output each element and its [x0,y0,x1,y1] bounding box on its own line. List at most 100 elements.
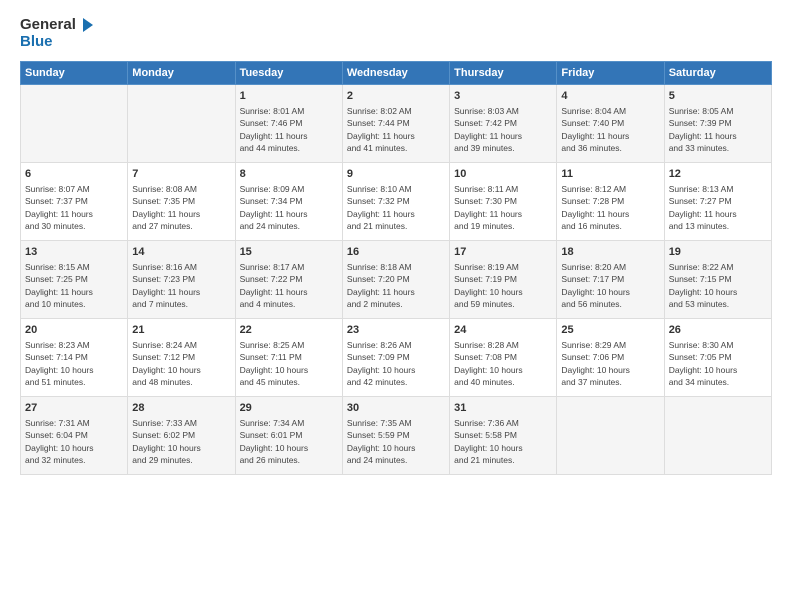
day-number: 3 [454,89,552,104]
calendar-cell: 4Sunrise: 8:04 AM Sunset: 7:40 PM Daylig… [557,84,664,162]
day-info: Sunrise: 8:07 AM Sunset: 7:37 PM Dayligh… [25,183,123,232]
calendar-cell: 31Sunrise: 7:36 AM Sunset: 5:58 PM Dayli… [450,396,557,474]
day-number: 13 [25,245,123,260]
day-info: Sunrise: 8:10 AM Sunset: 7:32 PM Dayligh… [347,183,445,232]
calendar-cell: 11Sunrise: 8:12 AM Sunset: 7:28 PM Dayli… [557,162,664,240]
calendar-cell: 28Sunrise: 7:33 AM Sunset: 6:02 PM Dayli… [128,396,235,474]
day-number: 23 [347,323,445,338]
calendar-cell: 23Sunrise: 8:26 AM Sunset: 7:09 PM Dayli… [342,318,449,396]
calendar-cell: 9Sunrise: 8:10 AM Sunset: 7:32 PM Daylig… [342,162,449,240]
calendar-cell: 26Sunrise: 8:30 AM Sunset: 7:05 PM Dayli… [664,318,771,396]
day-info: Sunrise: 8:16 AM Sunset: 7:23 PM Dayligh… [132,261,230,310]
day-number: 11 [561,167,659,182]
day-info: Sunrise: 8:23 AM Sunset: 7:14 PM Dayligh… [25,339,123,388]
day-info: Sunrise: 8:01 AM Sunset: 7:46 PM Dayligh… [240,105,338,154]
day-info: Sunrise: 7:31 AM Sunset: 6:04 PM Dayligh… [25,417,123,466]
day-header-friday: Friday [557,61,664,84]
calendar-cell: 13Sunrise: 8:15 AM Sunset: 7:25 PM Dayli… [21,240,128,318]
day-header-thursday: Thursday [450,61,557,84]
calendar-cell: 22Sunrise: 8:25 AM Sunset: 7:11 PM Dayli… [235,318,342,396]
calendar-cell: 29Sunrise: 7:34 AM Sunset: 6:01 PM Dayli… [235,396,342,474]
calendar-cell: 12Sunrise: 8:13 AM Sunset: 7:27 PM Dayli… [664,162,771,240]
day-info: Sunrise: 8:20 AM Sunset: 7:17 PM Dayligh… [561,261,659,310]
calendar-cell: 20Sunrise: 8:23 AM Sunset: 7:14 PM Dayli… [21,318,128,396]
day-number: 7 [132,167,230,182]
calendar-cell [557,396,664,474]
calendar-cell: 5Sunrise: 8:05 AM Sunset: 7:39 PM Daylig… [664,84,771,162]
day-info: Sunrise: 8:15 AM Sunset: 7:25 PM Dayligh… [25,261,123,310]
day-info: Sunrise: 8:08 AM Sunset: 7:35 PM Dayligh… [132,183,230,232]
day-info: Sunrise: 8:17 AM Sunset: 7:22 PM Dayligh… [240,261,338,310]
day-number: 16 [347,245,445,260]
day-number: 14 [132,245,230,260]
calendar-week-row: 13Sunrise: 8:15 AM Sunset: 7:25 PM Dayli… [21,240,772,318]
day-info: Sunrise: 8:02 AM Sunset: 7:44 PM Dayligh… [347,105,445,154]
calendar-week-row: 27Sunrise: 7:31 AM Sunset: 6:04 PM Dayli… [21,396,772,474]
calendar-cell: 15Sunrise: 8:17 AM Sunset: 7:22 PM Dayli… [235,240,342,318]
day-info: Sunrise: 8:25 AM Sunset: 7:11 PM Dayligh… [240,339,338,388]
day-number: 31 [454,401,552,416]
day-info: Sunrise: 8:11 AM Sunset: 7:30 PM Dayligh… [454,183,552,232]
calendar-cell: 25Sunrise: 8:29 AM Sunset: 7:06 PM Dayli… [557,318,664,396]
day-number: 17 [454,245,552,260]
calendar-cell: 21Sunrise: 8:24 AM Sunset: 7:12 PM Dayli… [128,318,235,396]
day-info: Sunrise: 8:04 AM Sunset: 7:40 PM Dayligh… [561,105,659,154]
day-info: Sunrise: 8:30 AM Sunset: 7:05 PM Dayligh… [669,339,767,388]
day-info: Sunrise: 8:24 AM Sunset: 7:12 PM Dayligh… [132,339,230,388]
logo: General Blue [20,16,97,51]
day-info: Sunrise: 8:29 AM Sunset: 7:06 PM Dayligh… [561,339,659,388]
day-info: Sunrise: 7:34 AM Sunset: 6:01 PM Dayligh… [240,417,338,466]
day-number: 20 [25,323,123,338]
logo-blue: Blue [20,34,97,51]
day-info: Sunrise: 7:33 AM Sunset: 6:02 PM Dayligh… [132,417,230,466]
day-info: Sunrise: 8:22 AM Sunset: 7:15 PM Dayligh… [669,261,767,310]
day-number: 15 [240,245,338,260]
calendar-cell [664,396,771,474]
calendar-cell: 27Sunrise: 7:31 AM Sunset: 6:04 PM Dayli… [21,396,128,474]
calendar-cell [128,84,235,162]
day-number: 25 [561,323,659,338]
day-number: 1 [240,89,338,104]
logo-wordmark: General Blue [20,16,97,51]
calendar-cell: 30Sunrise: 7:35 AM Sunset: 5:59 PM Dayli… [342,396,449,474]
day-number: 12 [669,167,767,182]
day-number: 24 [454,323,552,338]
day-number: 6 [25,167,123,182]
day-number: 8 [240,167,338,182]
calendar-cell: 24Sunrise: 8:28 AM Sunset: 7:08 PM Dayli… [450,318,557,396]
day-info: Sunrise: 8:05 AM Sunset: 7:39 PM Dayligh… [669,105,767,154]
calendar-cell: 3Sunrise: 8:03 AM Sunset: 7:42 PM Daylig… [450,84,557,162]
calendar-cell: 16Sunrise: 8:18 AM Sunset: 7:20 PM Dayli… [342,240,449,318]
day-number: 28 [132,401,230,416]
day-header-sunday: Sunday [21,61,128,84]
day-info: Sunrise: 8:12 AM Sunset: 7:28 PM Dayligh… [561,183,659,232]
calendar-cell: 1Sunrise: 8:01 AM Sunset: 7:46 PM Daylig… [235,84,342,162]
day-number: 2 [347,89,445,104]
calendar-header-row: SundayMondayTuesdayWednesdayThursdayFrid… [21,61,772,84]
day-header-tuesday: Tuesday [235,61,342,84]
calendar-cell: 17Sunrise: 8:19 AM Sunset: 7:19 PM Dayli… [450,240,557,318]
day-info: Sunrise: 8:09 AM Sunset: 7:34 PM Dayligh… [240,183,338,232]
day-info: Sunrise: 8:13 AM Sunset: 7:27 PM Dayligh… [669,183,767,232]
day-number: 29 [240,401,338,416]
calendar-cell: 2Sunrise: 8:02 AM Sunset: 7:44 PM Daylig… [342,84,449,162]
day-header-wednesday: Wednesday [342,61,449,84]
day-info: Sunrise: 8:28 AM Sunset: 7:08 PM Dayligh… [454,339,552,388]
calendar-cell: 18Sunrise: 8:20 AM Sunset: 7:17 PM Dayli… [557,240,664,318]
calendar-week-row: 1Sunrise: 8:01 AM Sunset: 7:46 PM Daylig… [21,84,772,162]
calendar-cell: 8Sunrise: 8:09 AM Sunset: 7:34 PM Daylig… [235,162,342,240]
day-info: Sunrise: 8:19 AM Sunset: 7:19 PM Dayligh… [454,261,552,310]
day-header-saturday: Saturday [664,61,771,84]
day-info: Sunrise: 8:18 AM Sunset: 7:20 PM Dayligh… [347,261,445,310]
day-number: 18 [561,245,659,260]
calendar-cell: 14Sunrise: 8:16 AM Sunset: 7:23 PM Dayli… [128,240,235,318]
day-number: 26 [669,323,767,338]
header: General Blue [20,16,772,51]
calendar-cell: 7Sunrise: 8:08 AM Sunset: 7:35 PM Daylig… [128,162,235,240]
day-number: 22 [240,323,338,338]
calendar-cell: 10Sunrise: 8:11 AM Sunset: 7:30 PM Dayli… [450,162,557,240]
day-header-monday: Monday [128,61,235,84]
day-number: 9 [347,167,445,182]
calendar-cell: 6Sunrise: 8:07 AM Sunset: 7:37 PM Daylig… [21,162,128,240]
logo-arrow-icon [79,16,97,34]
